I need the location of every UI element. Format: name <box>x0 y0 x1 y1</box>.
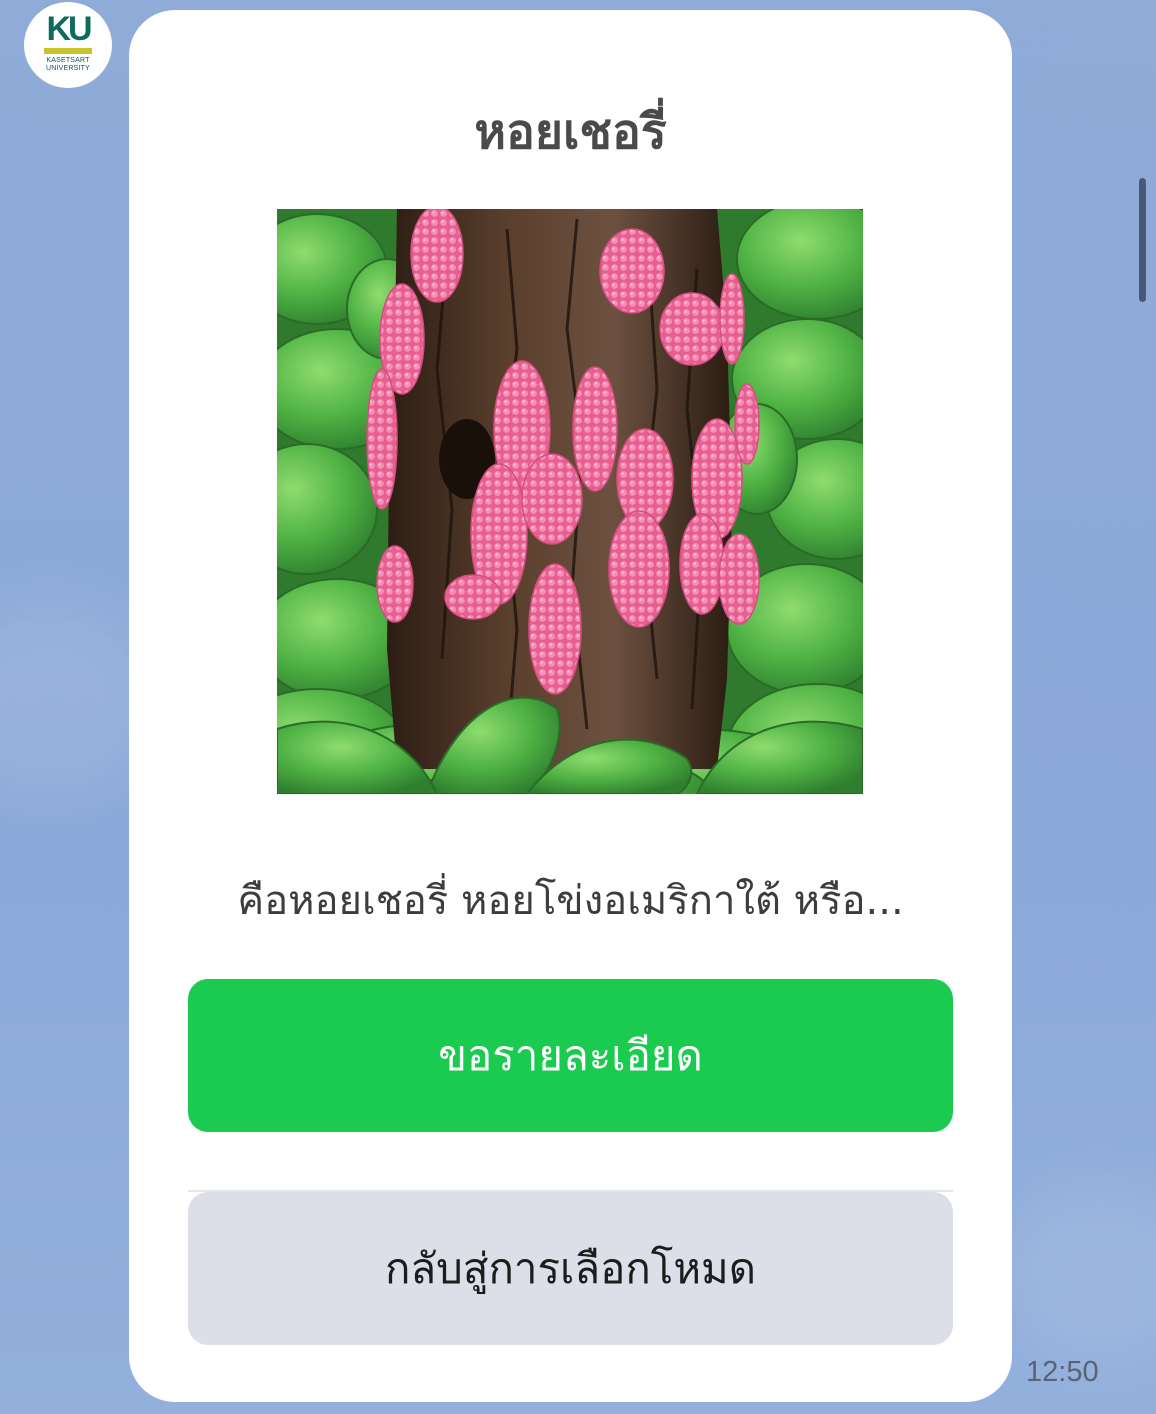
ku-logo-subtext: KASETSART UNIVERSITY <box>46 57 90 73</box>
card-description: คือหอยเชอรี่ หอยโข่งอเมริกาใต้ หรือ... <box>237 878 904 924</box>
ku-logo-bar <box>44 47 92 54</box>
ku-logo-text: KU <box>46 9 92 48</box>
back-to-mode-selection-button[interactable]: กลับสู่การเลือกโหมด <box>188 1192 953 1345</box>
card-title: หอยเชอรี่ <box>474 104 667 160</box>
chat-scrollbar[interactable] <box>1139 178 1146 302</box>
message-timestamp: 12:50 <box>1026 1356 1099 1388</box>
ku-logo-subtext-line1: KASETSART <box>46 56 90 64</box>
snail-eggs-image[interactable] <box>277 209 863 794</box>
ku-logo-subtext-line2: UNIVERSITY <box>45 64 90 72</box>
snail-eggs-illustration <box>277 209 863 794</box>
request-details-button[interactable]: ขอรายละเอียด <box>188 979 953 1132</box>
flex-message-card: หอยเชอรี่ คือหอยเชอรี่ หอยโข่งอเมริกาใต้… <box>129 10 1012 1402</box>
bot-avatar[interactable]: KU KASETSART UNIVERSITY <box>24 2 112 88</box>
